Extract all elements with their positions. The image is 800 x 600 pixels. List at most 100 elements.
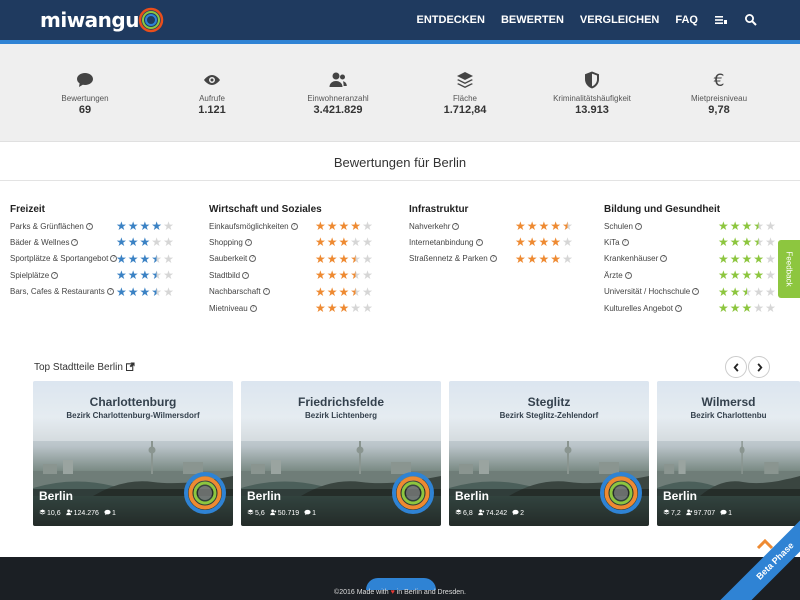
star-rating[interactable]: ★ ★ ★ ★ ★ (116, 253, 174, 265)
info-icon[interactable]: ? (262, 288, 270, 296)
star-icon: ★ (127, 268, 139, 283)
star-icon: ★ (315, 251, 326, 266)
star-rating[interactable]: ★ ★ ★ ★ ★ (718, 253, 776, 265)
star-icon: ★ (315, 268, 326, 283)
info-icon[interactable]: ? (242, 271, 250, 279)
star-rating[interactable]: ★ ★ ★ ★ ★ (315, 286, 373, 298)
beta-ribbon: Beta Phase (690, 500, 800, 600)
district-sub: Bezirk Lichtenberg (304, 411, 377, 420)
rating-row: Parks & Grünflächen? ★ ★ ★ ★ ★ (10, 218, 174, 234)
top-districts-title[interactable]: Top Stadtteile Berlin (34, 362, 135, 373)
district-card[interactable]: Friedrichsfelde Bezirk Lichtenberg Berli… (241, 381, 441, 526)
district-stats: 6,8 74.242 2 (455, 509, 524, 517)
info-icon[interactable]: ? (692, 288, 700, 296)
star-icon: ★ (151, 251, 163, 266)
carousel-prev-button[interactable] (725, 356, 747, 378)
list-icon[interactable] (714, 13, 728, 27)
star-rating[interactable]: ★ ★ ★ ★ ★ (315, 236, 373, 248)
star-rating[interactable]: ★ ★ ★ ★ ★ (116, 286, 174, 298)
star-rating[interactable]: ★ ★ ★ ★ ★ (315, 220, 373, 232)
rating-row: Spielplätze? ★ ★ ★ ★ ★ (10, 267, 174, 283)
star-icon: ★ (163, 284, 174, 299)
info-icon[interactable]: ? (621, 239, 629, 247)
star-rating[interactable]: ★ ★ ★ ★ ★ (515, 220, 573, 232)
nav-faq[interactable]: FAQ (675, 14, 698, 26)
info-icon[interactable]: ? (51, 271, 59, 279)
info-icon[interactable]: ? (85, 222, 93, 230)
nav-bewerten[interactable]: BEWERTEN (501, 14, 564, 26)
star-rating[interactable]: ★ ★ ★ ★ ★ (116, 269, 174, 281)
rating-label: Kulturelles Angebot? (604, 304, 682, 313)
info-icon[interactable]: ? (106, 288, 114, 296)
logo[interactable]: miwangu (40, 7, 165, 33)
carousel-next-button[interactable] (748, 356, 770, 378)
star-icon: ★ (326, 235, 338, 250)
score-ring-icon (392, 472, 434, 514)
district-card[interactable]: Steglitz Bezirk Steglitz-Zehlendorf Berl… (449, 381, 649, 526)
star-rating[interactable]: ★ ★ ★ ★ ★ (718, 236, 776, 248)
info-icon[interactable]: ? (624, 271, 632, 279)
district-card[interactable]: Charlottenburg Bezirk Charlottenburg-Wil… (33, 381, 233, 526)
star-icon: ★ (116, 268, 127, 283)
rating-row: Sportplätze & Sportangebot? ★ ★ ★ ★ ★ (10, 251, 174, 267)
star-icon: ★ (718, 251, 729, 266)
comment-icon (512, 509, 519, 516)
info-icon[interactable]: ? (290, 222, 298, 230)
city-skyline-image (657, 441, 800, 496)
info-icon[interactable]: ? (244, 239, 252, 247)
stat-bewertungen: Bewertungen 69 (20, 70, 150, 116)
search-icon[interactable] (744, 13, 758, 27)
feedback-label: Feedback (784, 251, 794, 287)
star-rating[interactable]: ★ ★ ★ ★ ★ (718, 286, 776, 298)
star-icon: ★ (151, 235, 163, 250)
stat-label: Mietpreisniveau (690, 94, 748, 103)
city-name: Berlin (39, 489, 74, 503)
layers-icon (457, 72, 473, 88)
district-name: Friedrichsfelde (297, 395, 385, 409)
star-rating[interactable]: ★ ★ ★ ★ ★ (515, 236, 573, 248)
stat-label: Einwohneranzahl (307, 94, 369, 103)
district-name: Charlottenburg (89, 395, 177, 409)
category-infrastruktur: Infrastruktur Nahverkehr? ★ ★ ★ ★ ★ Internetanb… (409, 204, 573, 267)
star-rating[interactable]: ★ ★ ★ ★ ★ (718, 269, 776, 281)
star-rating[interactable]: ★ ★ ★ ★ ★ (718, 220, 776, 232)
rating-label: Bäder & Wellnes? (10, 238, 79, 247)
star-rating[interactable]: ★ ★ ★ ★ ★ (515, 253, 573, 265)
footer-prefix: ©2016 Made with (334, 589, 389, 596)
star-icon: ★ (515, 235, 526, 250)
nav-entdecken[interactable]: ENTDECKEN (417, 14, 485, 26)
star-icon: ★ (127, 219, 139, 233)
star-icon: ★ (550, 251, 562, 266)
star-icon: ★ (350, 300, 362, 315)
star-icon: ★ (151, 284, 163, 299)
rating-row: Mietniveau? ★ ★ ★ ★ ★ (209, 300, 373, 316)
info-icon[interactable]: ? (660, 255, 668, 263)
info-icon[interactable]: ? (634, 222, 642, 230)
info-icon[interactable]: ? (249, 255, 257, 263)
star-rating[interactable]: ★ ★ ★ ★ ★ (315, 302, 373, 314)
info-icon[interactable]: ? (674, 304, 682, 312)
logo-ring-icon (138, 7, 164, 33)
star-rating[interactable]: ★ ★ ★ ★ ★ (116, 220, 174, 232)
rating-row: Stadtbild? ★ ★ ★ ★ ★ (209, 267, 373, 283)
star-icon: ★ (765, 251, 776, 266)
info-icon[interactable]: ? (489, 255, 497, 263)
star-rating[interactable]: ★ ★ ★ ★ ★ (315, 269, 373, 281)
scroll-top-icon[interactable] (756, 538, 774, 550)
rating-row: KiTa? ★ ★ ★ ★ ★ (604, 234, 776, 250)
star-rating[interactable]: ★ ★ ★ ★ ★ (315, 253, 373, 265)
info-icon[interactable]: ? (452, 222, 460, 230)
stat-einwohneranzahl: Einwohneranzahl 3.421.829 (273, 70, 403, 116)
star-icon: ★ (729, 219, 741, 233)
star-icon: ★ (116, 219, 127, 233)
info-icon[interactable]: ? (249, 304, 257, 312)
feedback-tab[interactable]: Feedback (778, 240, 800, 298)
star-rating[interactable]: ★ ★ ★ ★ ★ (718, 302, 776, 314)
rating-label: Schulen? (604, 222, 642, 231)
info-icon[interactable]: ? (71, 239, 79, 247)
rating-label: Parks & Grünflächen? (10, 222, 93, 231)
nav-vergleichen[interactable]: VERGLEICHEN (580, 14, 659, 26)
star-rating[interactable]: ★ ★ ★ ★ ★ (116, 236, 174, 248)
info-icon[interactable]: ? (475, 239, 483, 247)
rating-label: Straßennetz & Parken? (409, 254, 497, 263)
